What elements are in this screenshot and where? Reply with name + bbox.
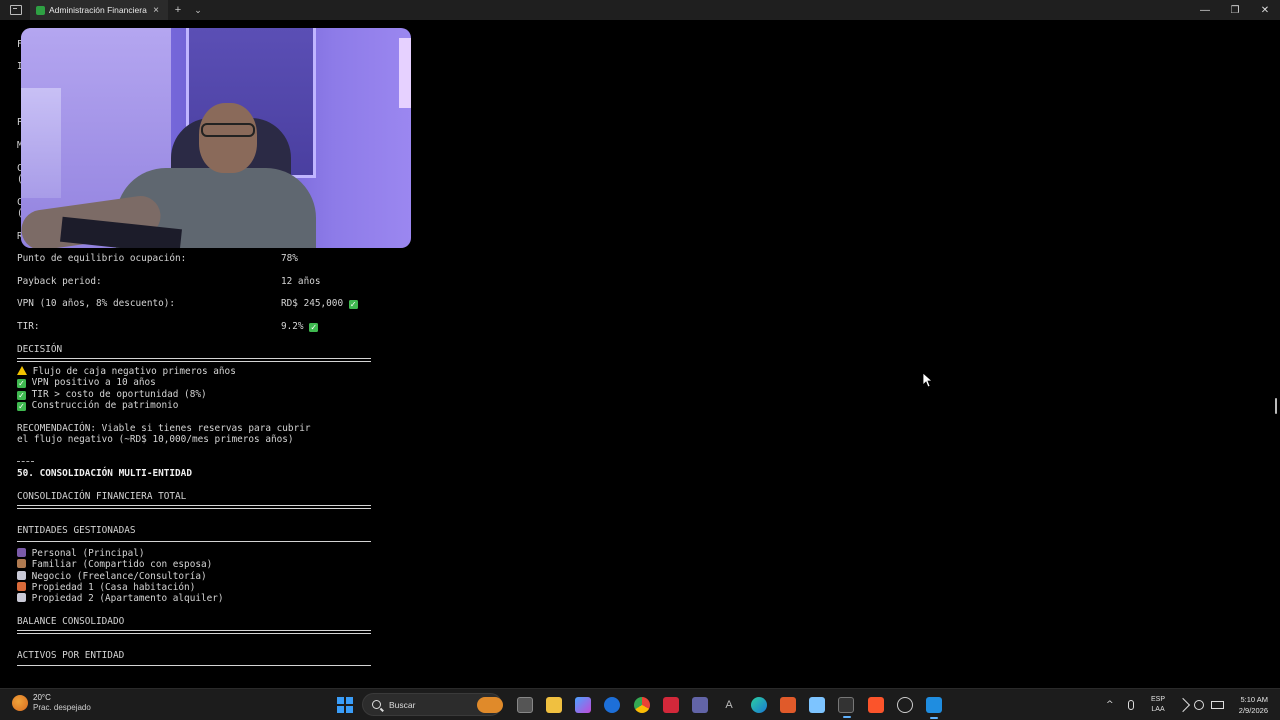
volume-icon[interactable] (1194, 700, 1204, 710)
close-button[interactable]: ✕ (1250, 0, 1280, 20)
clock-time: 5:10 AM (1240, 695, 1268, 704)
maximize-button[interactable]: ❐ (1220, 0, 1250, 20)
outlook-icon[interactable] (604, 697, 620, 713)
window-controls: — ❐ ✕ (1190, 0, 1280, 20)
copilot-icon[interactable] (575, 697, 591, 713)
taskbar: 20°C Prac. despejado Buscar A ^ ESP LAA … (0, 688, 1280, 720)
metric-label-tir: TIR: (17, 321, 40, 332)
check-icon: ✓ (17, 391, 26, 400)
github-desktop-icon[interactable] (897, 697, 913, 713)
title-bar: Administración Financiera × + ⌄ — ❐ ✕ (0, 0, 1280, 20)
keyboard-layout: LAA (1151, 706, 1165, 713)
metric-value-tir: 9.2% (281, 321, 304, 332)
notepad-icon[interactable] (809, 697, 825, 713)
metric-label-breakeven: Punto de equilibrio ocupación: (17, 253, 187, 264)
tab-close-icon[interactable]: × (150, 5, 162, 16)
clock-date: 2/9/2026 (1238, 706, 1268, 715)
decision-item: VPN positivo a 10 años (31, 377, 156, 388)
balance-heading: BALANCE CONSOLIDADO (17, 616, 125, 627)
recommendation-line-2: el flujo negativo (~RD$ 10,000/mes prime… (17, 434, 294, 445)
decision-item: Flujo de caja negativo primeros años (32, 366, 236, 377)
search-icon (372, 700, 381, 709)
weather-sun-icon (12, 695, 28, 711)
person-icon (17, 548, 26, 557)
check-icon: ✓ (348, 300, 358, 309)
chevron-up-icon[interactable]: ^ (1106, 700, 1116, 710)
chart-app-icon[interactable] (926, 697, 942, 719)
metric-value-vpn: RD$ 245,000 (281, 298, 344, 309)
entity-item: Negocio (Freelance/Consultoría) (31, 571, 207, 582)
entity-item: Familiar (Compartido con esposa) (31, 559, 213, 570)
font-app-icon[interactable]: A (721, 697, 737, 713)
tab-status-icon (36, 5, 45, 15)
language-code: ESP (1151, 696, 1166, 703)
entity-item: Propiedad 1 (Casa habitación) (31, 582, 196, 593)
decision-heading: DECISIÓN (17, 344, 63, 355)
recommendation-line-1: RECOMENDACIÓN: Viable si tienes reservas… (17, 423, 311, 434)
assets-heading: ACTIVOS POR ENTIDAD (17, 650, 125, 661)
metric-label-payback: Payback period: (17, 276, 102, 287)
decision-item: TIR > costo de oportunidad (8%) (31, 389, 207, 400)
family-icon (17, 559, 26, 568)
single-divider (17, 541, 371, 542)
webcam-overlay (21, 28, 411, 248)
entity-item: Propiedad 2 (Apartamento alquiler) (31, 593, 224, 604)
single-divider (17, 665, 371, 666)
consolidation-heading: CONSOLIDACIÓN FINANCIERA TOTAL (17, 491, 187, 502)
double-divider (17, 630, 371, 634)
metric-label-vpn: VPN (10 años, 8% descuento): (17, 298, 176, 309)
warning-icon (17, 366, 27, 375)
tab-administracion-financiera[interactable]: Administración Financiera × (30, 0, 168, 20)
decision-item: Construcción de patrimonio (31, 400, 179, 411)
language-indicator[interactable]: ESP LAA (1151, 695, 1165, 715)
weather-widget[interactable]: 20°C Prac. despejado (12, 693, 91, 713)
search-label: Buscar (389, 699, 416, 710)
terminal-taskbar-icon[interactable] (838, 697, 854, 718)
vivaldi-icon[interactable] (663, 697, 679, 713)
network-icon[interactable] (1175, 697, 1191, 713)
start-button-windows-icon[interactable] (337, 697, 353, 713)
metric-value-breakeven: 78% (281, 253, 298, 264)
metric-value-payback: 12 años (281, 276, 321, 287)
check-icon: ✓ (17, 379, 26, 388)
entity-item: Personal (Principal) (31, 548, 145, 559)
separator-dashes (17, 461, 34, 462)
scrollbar[interactable] (1272, 20, 1278, 688)
terminal-app-icon[interactable] (10, 5, 22, 15)
system-clock[interactable]: 5:10 AM 2/9/2026 (1239, 694, 1268, 716)
check-icon: ✓ (17, 402, 26, 411)
temperature: 20°C (33, 693, 51, 702)
task-view-icon[interactable] (517, 697, 533, 713)
house-icon (17, 582, 26, 591)
entities-heading: ENTIDADES GESTIONADAS (17, 525, 136, 536)
brave-icon[interactable] (868, 697, 884, 713)
search-highlight-icon[interactable] (477, 697, 503, 713)
new-tab-button[interactable]: + (168, 4, 188, 16)
weather-description: Prac. despejado (33, 703, 91, 712)
edge-icon[interactable] (751, 697, 767, 713)
teams-icon[interactable] (692, 697, 708, 713)
double-divider (17, 505, 371, 509)
double-divider (17, 358, 371, 362)
microphone-icon[interactable] (1128, 700, 1134, 710)
battery-icon[interactable] (1211, 701, 1224, 709)
scrollbar-thumb[interactable] (1275, 398, 1277, 414)
section-title: 50. CONSOLIDACIÓN MULTI-ENTIDAD (17, 468, 192, 479)
chrome-icon[interactable] (634, 697, 650, 713)
building-icon (17, 593, 26, 602)
tab-dropdown-icon[interactable]: ⌄ (188, 5, 208, 16)
minimize-button[interactable]: — (1190, 0, 1220, 20)
tab-title: Administración Financiera (49, 5, 147, 15)
check-icon: ✓ (309, 323, 319, 332)
file-explorer-icon[interactable] (546, 697, 562, 713)
building-icon (17, 571, 26, 580)
xampp-icon[interactable] (780, 697, 796, 713)
